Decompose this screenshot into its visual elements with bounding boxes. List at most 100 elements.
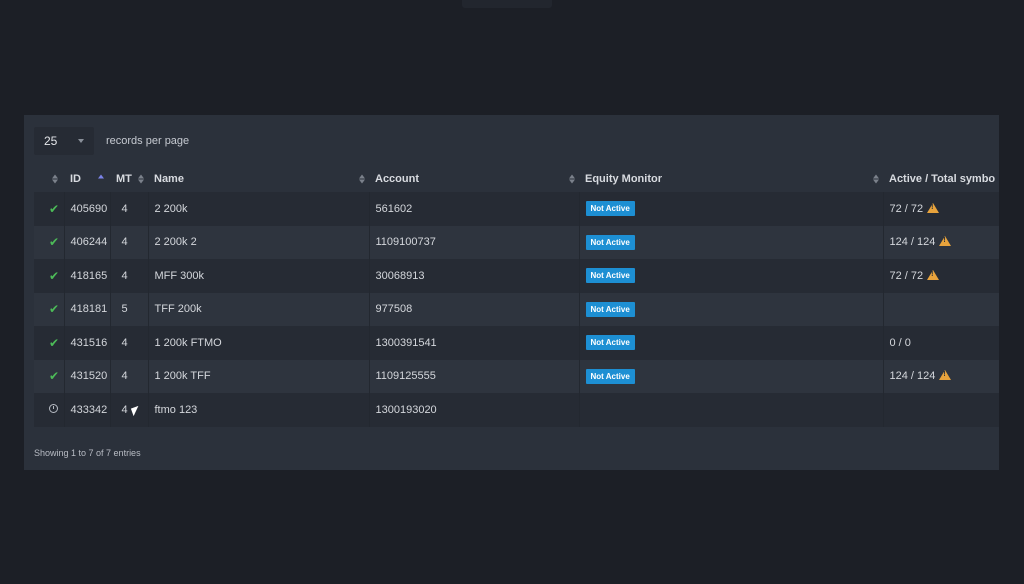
status-badge: Not Active [585, 234, 635, 250]
name-cell: TFF 200k [148, 292, 370, 326]
sort-icon [569, 174, 575, 184]
symbols-cell [883, 393, 999, 427]
column-header-status[interactable] [34, 166, 64, 192]
warning-icon [927, 202, 940, 213]
id-cell: 406244 [64, 225, 111, 259]
id-cell: 431520 [64, 359, 111, 393]
symbols-count: 72 / 72 [889, 269, 924, 282]
sort-icon [359, 174, 365, 184]
mt-cell: 5 [110, 292, 149, 326]
account-cell: 1300193020 [369, 393, 580, 427]
equity-monitor-cell: Not Active [579, 326, 884, 360]
status-badge: Not Active [585, 368, 635, 384]
id-cell: 433342 [64, 393, 111, 427]
status-cell: ✔ [34, 326, 65, 360]
name-cell: 1 200k FTMO [148, 326, 370, 360]
sort-icon [873, 174, 879, 184]
equity-monitor-cell: Not Active [579, 192, 884, 226]
table-row[interactable]: ✔ 431520 4 1 200k TFF 1109125555 Not Act… [34, 359, 999, 393]
length-menu: 25 records per page [34, 127, 189, 155]
mt-cell: 4 [110, 259, 149, 293]
id-cell: 418165 [64, 259, 111, 293]
records-per-page-label: records per page [106, 135, 190, 147]
check-icon: ✔ [49, 268, 60, 283]
sort-icon [138, 174, 144, 184]
name-cell: ftmo 123 [148, 393, 370, 427]
id-cell: 405690 [64, 192, 111, 226]
symbols-count: 124 / 124 [889, 370, 936, 383]
symbols-cell [883, 292, 999, 326]
table-row[interactable]: ✔ 406244 4 2 200k 2 1109100737 Not Activ… [34, 225, 999, 259]
mt-cell: 4 [110, 393, 149, 427]
column-label: ID [70, 173, 81, 185]
status-cell: ✔ [34, 192, 65, 226]
warning-icon [927, 269, 940, 280]
table-row[interactable]: ✔ 418165 4 MFF 300k 30068913 Not Active … [34, 259, 999, 293]
name-cell: 1 200k TFF [148, 359, 370, 393]
sort-asc-icon [98, 174, 104, 184]
table-row[interactable]: ✔ 405690 4 2 200k 561602 Not Active 72 /… [34, 192, 999, 226]
accounts-table-panel: 25 records per page ID MT Name Account E… [24, 115, 999, 470]
check-icon: ✔ [49, 302, 60, 317]
status-cell [34, 393, 65, 427]
mt-cell: 4 [110, 326, 149, 360]
status-cell: ✔ [34, 259, 65, 293]
column-header-id[interactable]: ID [64, 166, 110, 192]
column-label: MT [116, 173, 132, 185]
column-header-mt[interactable]: MT [110, 166, 148, 192]
accounts-table: ID MT Name Account Equity Monitor Active… [34, 166, 999, 427]
column-label: Active / Total symbo [889, 173, 996, 185]
status-cell: ✔ [34, 225, 65, 259]
status-badge: Not Active [585, 201, 635, 217]
clock-icon [49, 403, 58, 413]
sort-icon [52, 174, 58, 184]
equity-monitor-cell: Not Active [579, 292, 884, 326]
check-icon: ✔ [49, 235, 60, 250]
symbols-count: 0 / 0 [889, 336, 911, 349]
mt-cell: 4 [110, 359, 149, 393]
column-label: Account [375, 173, 419, 185]
column-header-account[interactable]: Account [369, 166, 579, 192]
table-row[interactable]: ✔ 418181 5 TFF 200k 977508 Not Active [34, 292, 999, 326]
equity-monitor-cell [579, 393, 884, 427]
column-label: Name [154, 173, 184, 185]
table-info: Showing 1 to 7 of 7 entries [34, 448, 141, 458]
top-bar-tab [462, 0, 552, 8]
account-cell: 1300391541 [369, 326, 580, 360]
status-cell: ✔ [34, 359, 65, 393]
records-per-page-select[interactable]: 25 [34, 127, 94, 155]
status-badge: Not Active [585, 268, 635, 284]
records-per-page-value: 25 [44, 134, 58, 148]
status-badge: Not Active [585, 335, 635, 351]
equity-monitor-cell: Not Active [579, 225, 884, 259]
account-cell: 30068913 [369, 259, 580, 293]
equity-monitor-cell: Not Active [579, 259, 884, 293]
name-cell: 2 200k 2 [148, 225, 370, 259]
column-label: Equity Monitor [585, 173, 662, 185]
id-cell: 418181 [64, 292, 111, 326]
status-badge: Not Active [585, 301, 635, 317]
symbols-cell: 0 / 0 [883, 326, 999, 360]
name-cell: MFF 300k [148, 259, 370, 293]
symbols-cell: 72 / 72 [883, 192, 999, 226]
mt-cell: 4 [110, 192, 149, 226]
table-row[interactable]: ✔ 431516 4 1 200k FTMO 1300391541 Not Ac… [34, 326, 999, 360]
column-header-equity-monitor[interactable]: Equity Monitor [579, 166, 883, 192]
equity-monitor-cell: Not Active [579, 359, 884, 393]
chevron-down-icon [78, 139, 84, 143]
status-cell: ✔ [34, 292, 65, 326]
table-row[interactable]: 433342 4 ftmo 123 1300193020 [34, 393, 999, 427]
warning-icon [939, 370, 952, 381]
symbols-count: 72 / 72 [889, 202, 924, 215]
symbols-cell: 124 / 124 [883, 225, 999, 259]
name-cell: 2 200k [148, 192, 370, 226]
symbols-cell: 124 / 124 [883, 359, 999, 393]
account-cell: 1109100737 [369, 225, 580, 259]
check-icon: ✔ [49, 201, 60, 216]
column-header-name[interactable]: Name [148, 166, 369, 192]
id-cell: 431516 [64, 326, 111, 360]
account-cell: 561602 [369, 192, 580, 226]
warning-icon [939, 236, 952, 247]
column-header-active-total-symbols[interactable]: Active / Total symbo [883, 166, 999, 192]
symbols-count: 124 / 124 [889, 236, 936, 249]
